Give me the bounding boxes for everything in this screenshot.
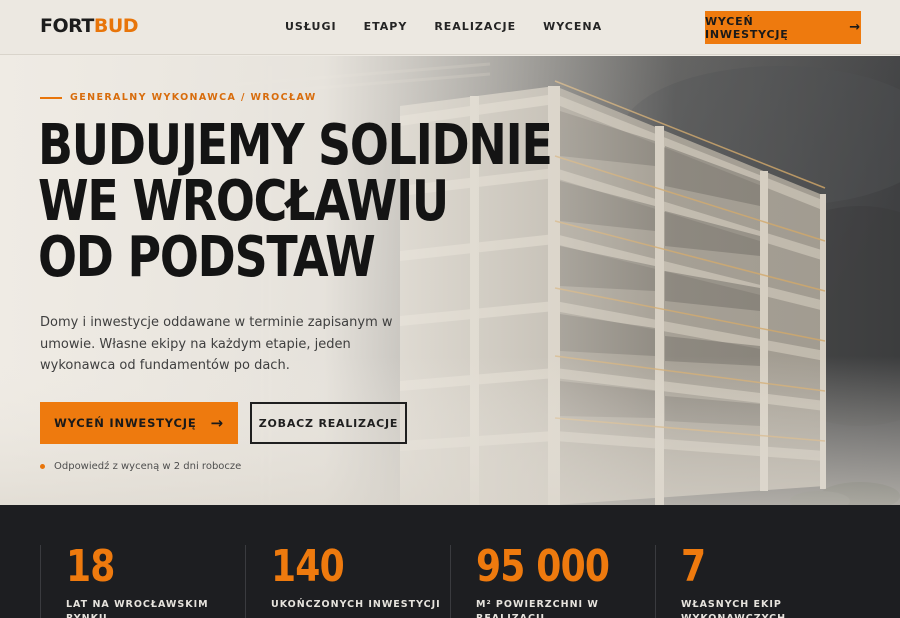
nav-item-uslugi[interactable]: USŁUGI <box>285 20 337 33</box>
response-note: Odpowiedź z wyceną w 2 dni robocze <box>40 461 241 472</box>
view-projects-label: ZOBACZ REALIZACJE <box>258 416 399 430</box>
arrow-right-icon: → <box>849 20 861 35</box>
bullet-dot-icon <box>40 464 45 469</box>
hero-headline: BUDUJEMY SOLIDNIE WE WROCŁAWIU OD PODSTA… <box>38 113 553 290</box>
header-quote-button[interactable]: WYCEŃ INWESTYCJĘ → <box>705 11 861 44</box>
site-header: FORTBUD USŁUGI ETAPY REALIZACJE WYCENA W… <box>0 0 900 55</box>
logo-primary-text: FORT <box>40 15 94 37</box>
stat-area: 95 000 M² POWIERZCHNI W REALIZACJI <box>450 545 646 618</box>
stats-bar: 18 LAT NA WROCŁAWSKIM RYNKU 140 UKOŃCZON… <box>0 505 900 618</box>
nav-item-wycena[interactable]: WYCENA <box>543 20 602 33</box>
eyebrow-divider <box>40 96 62 99</box>
stat-label: WŁASNYCH EKIP WYKONAWCZYCH <box>681 599 785 618</box>
stat-value: 140 <box>271 541 345 592</box>
nav-item-etapy[interactable]: ETAPY <box>364 20 408 33</box>
arrow-right-icon: → <box>210 414 224 432</box>
view-projects-button[interactable]: ZOBACZ REALIZACJE <box>250 402 407 444</box>
response-note-text: Odpowiedź z wyceną w 2 dni robocze <box>54 461 242 472</box>
stat-label: M² POWIERZCHNI W REALIZACJI <box>476 599 599 618</box>
stat-value: 18 <box>66 541 115 592</box>
hero-quote-button[interactable]: WYCEŃ INWESTYCJĘ → <box>40 402 238 444</box>
headline-line-2: WE WROCŁAWIU <box>38 169 449 234</box>
eyebrow-text: GENERALNY WYKONAWCA / WROCŁAW <box>70 92 317 103</box>
hero-subtitle: Domy i inwestycje oddawane w terminie za… <box>40 315 393 373</box>
stat-projects: 140 UKOŃCZONYCH INWESTYCJI <box>245 545 441 618</box>
logo-accent-text: BUD <box>93 15 139 37</box>
stat-value: 7 <box>681 541 706 592</box>
logo[interactable]: FORTBUD <box>40 15 139 37</box>
hero-quote-label: WYCEŃ INWESTYCJĘ <box>54 416 197 430</box>
stat-years: 18 LAT NA WROCŁAWSKIM RYNKU <box>40 545 236 618</box>
headline-line-3: OD PODSTAW <box>38 225 376 290</box>
header-quote-label: WYCEŃ INWESTYCJĘ <box>705 14 789 41</box>
stat-label: UKOŃCZONYCH INWESTYCJI <box>271 599 441 610</box>
stat-label: LAT NA WROCŁAWSKIM RYNKU <box>66 599 209 618</box>
main-nav: USŁUGI ETAPY REALIZACJE WYCENA <box>285 20 629 33</box>
nav-item-realizacje[interactable]: REALIZACJE <box>434 20 516 33</box>
stat-value: 95 000 <box>476 541 610 592</box>
stat-crews: 7 WŁASNYCH EKIP WYKONAWCZYCH <box>655 545 791 618</box>
hero-eyebrow: GENERALNY WYKONAWCA / WROCŁAW <box>40 92 317 103</box>
headline-line-1: BUDUJEMY SOLIDNIE <box>38 113 553 178</box>
